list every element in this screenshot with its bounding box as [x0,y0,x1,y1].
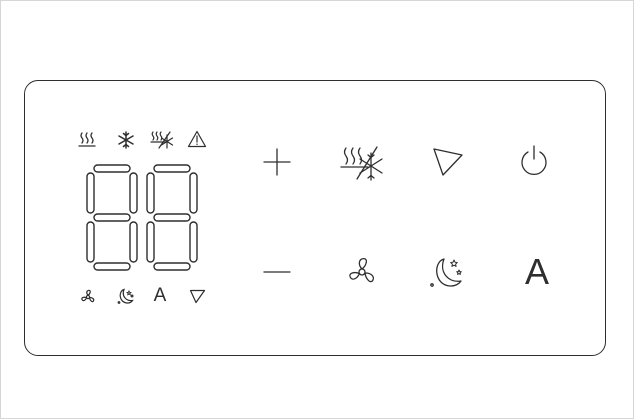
plus-button[interactable] [262,147,292,177]
fan-indicator-icon [80,289,96,305]
fan-button[interactable] [346,256,378,288]
digit-display [86,164,198,271]
power-button[interactable] [519,145,549,177]
digit-tens [86,164,138,271]
digit-ones [146,164,198,271]
snowflake-icon [117,131,135,149]
auto-button[interactable]: A [520,251,554,292]
heat-icon [78,132,96,148]
swing-button[interactable] [432,147,464,177]
swing-indicator-icon [189,289,206,304]
sleep-button[interactable] [429,256,467,290]
warning-icon [187,130,207,148]
minus-button[interactable] [262,270,292,274]
mode-button[interactable] [340,145,385,181]
auto-indicator-text: A [153,285,167,306]
defrost-icon [150,131,174,149]
sleep-indicator-icon [117,288,135,305]
